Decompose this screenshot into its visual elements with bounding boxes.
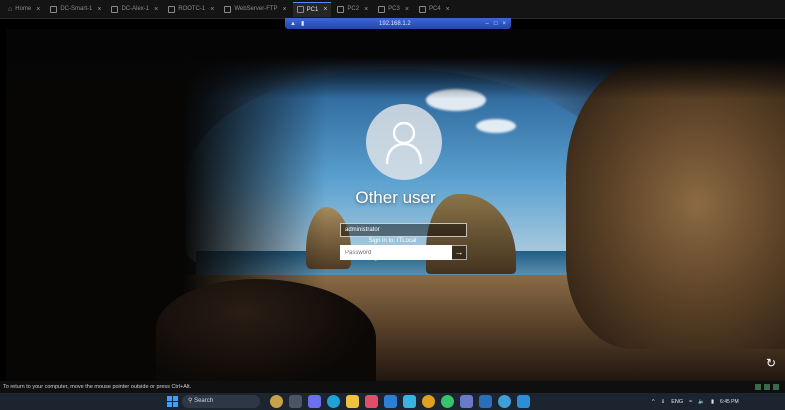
widgets-icon[interactable] [270, 395, 283, 408]
home-icon: ⌂ [8, 5, 13, 13]
tab-label: PC3 [388, 6, 400, 12]
username-heading: Other user [355, 188, 436, 207]
search-label: Search [194, 398, 214, 404]
whatsapp-icon[interactable] [441, 395, 454, 408]
store-icon[interactable] [365, 395, 378, 408]
photos-icon[interactable] [403, 395, 416, 408]
vm-icon [224, 5, 232, 13]
close-icon[interactable]: × [210, 6, 214, 13]
vm-icon [337, 5, 345, 13]
vm-icon [111, 5, 119, 13]
system-tray: ^ ⇓ ENG ≈ 🔈 ▮ 6:45 PM [652, 393, 739, 410]
close-icon[interactable]: × [502, 21, 506, 27]
edge-icon[interactable] [327, 395, 340, 408]
user-icon [385, 121, 423, 164]
close-icon[interactable]: × [446, 6, 450, 13]
vm-icon [50, 5, 58, 13]
cloud [476, 119, 516, 133]
teams-icon[interactable] [308, 395, 321, 408]
status-text: To return to your computer, move the mou… [3, 384, 192, 390]
vm-icon [418, 5, 426, 13]
tab-pc4[interactable]: PC4 × [415, 2, 454, 17]
close-icon[interactable]: × [36, 6, 40, 13]
indicator-icon [764, 384, 770, 390]
vm-icon [296, 6, 304, 13]
indicator-icon [773, 384, 779, 390]
chrome-icon[interactable] [422, 395, 435, 408]
remote-desktop-icon[interactable] [517, 395, 530, 408]
vm-bar-title: 192.168.1.2 [379, 20, 411, 27]
taskbar-search[interactable]: ⚲ Search [182, 395, 260, 408]
taskbar-apps [270, 395, 530, 408]
signal-icon: ▮ [300, 21, 305, 27]
status-indicators [755, 384, 779, 390]
cave-ceiling [6, 29, 785, 99]
user-avatar [366, 104, 442, 180]
sign-in-domain-text: Sign in to: ITLocal [368, 238, 417, 244]
tab-label: DC-Alex-1 [121, 6, 150, 12]
tab-home[interactable]: ⌂ Home × [4, 2, 44, 17]
close-icon[interactable]: × [283, 6, 287, 13]
tab-pc2[interactable]: PC2 × [333, 2, 372, 17]
restore-icon[interactable]: □ [494, 21, 498, 27]
ease-of-access-icon[interactable]: ↻ [766, 356, 776, 370]
vm-icon [168, 5, 176, 13]
tab-label: PC1 [306, 6, 319, 13]
tab-label: ROOTC-1 [178, 6, 206, 12]
close-icon[interactable]: × [405, 6, 409, 13]
close-icon[interactable]: × [323, 6, 327, 13]
close-icon[interactable]: × [364, 6, 368, 13]
host-taskbar: ⚲ Search ^ ⇓ ENG ≈ 🔈 ▮ 6:45 PM [0, 393, 785, 410]
clock[interactable]: 6:45 PM [720, 399, 739, 405]
usb-icon[interactable]: ⇓ [661, 399, 666, 405]
lock-screen-background: Other user administrator → [6, 29, 785, 381]
tab-pc3[interactable]: PC3 × [374, 2, 413, 17]
vm-fullscreen-bar[interactable]: ▲ ▮ 192.168.1.2 – □ × [285, 18, 511, 29]
close-icon[interactable]: × [154, 6, 158, 13]
office-icon[interactable] [384, 395, 397, 408]
pin-icon[interactable]: ▲ [290, 21, 296, 27]
chevron-up-icon[interactable]: ^ [652, 399, 655, 405]
minimize-icon[interactable]: – [486, 21, 489, 27]
other-domain-link[interactable]: How do I sign in to another domain? [0, 255, 785, 261]
tab-label: Home [15, 6, 32, 12]
battery-icon[interactable]: ▮ [711, 399, 714, 405]
terminal-icon[interactable] [479, 395, 492, 408]
time: 6:45 PM [720, 398, 739, 405]
wifi-icon[interactable]: ≈ [689, 399, 692, 405]
volume-icon[interactable]: 🔈 [698, 399, 705, 405]
tab-pc1[interactable]: PC1 × [292, 1, 332, 17]
tab-label: WebServer-FTP [234, 6, 278, 12]
windows-start-icon[interactable] [167, 396, 178, 407]
settings-icon[interactable] [460, 395, 473, 408]
language-indicator[interactable]: ENG [671, 399, 683, 405]
file-explorer-icon[interactable] [346, 395, 359, 408]
vm-status-bar: To return to your computer, move the mou… [0, 381, 785, 393]
task-view-icon[interactable] [289, 395, 302, 408]
close-icon[interactable]: × [97, 6, 101, 13]
tab-rootc-1[interactable]: ROOTC-1 × [164, 2, 218, 17]
tab-webserver-ftp[interactable]: WebServer-FTP × [220, 2, 290, 17]
vm-icon [378, 5, 386, 13]
tab-label: DC-Smart-1 [60, 6, 93, 12]
tab-label: PC4 [428, 6, 441, 12]
vm-tab-strip: ⌂ Home × DC-Smart-1 × DC-Alex-1 × ROOTC-1 × WebSe… [0, 0, 785, 19]
browser-icon[interactable] [498, 395, 511, 408]
tab-dc-smart-1[interactable]: DC-Smart-1 × [46, 2, 105, 17]
username-field[interactable]: administrator [340, 223, 467, 237]
indicator-icon [755, 384, 761, 390]
tab-label: PC2 [347, 6, 360, 12]
tab-dc-alex-1[interactable]: DC-Alex-1 × [107, 2, 162, 17]
